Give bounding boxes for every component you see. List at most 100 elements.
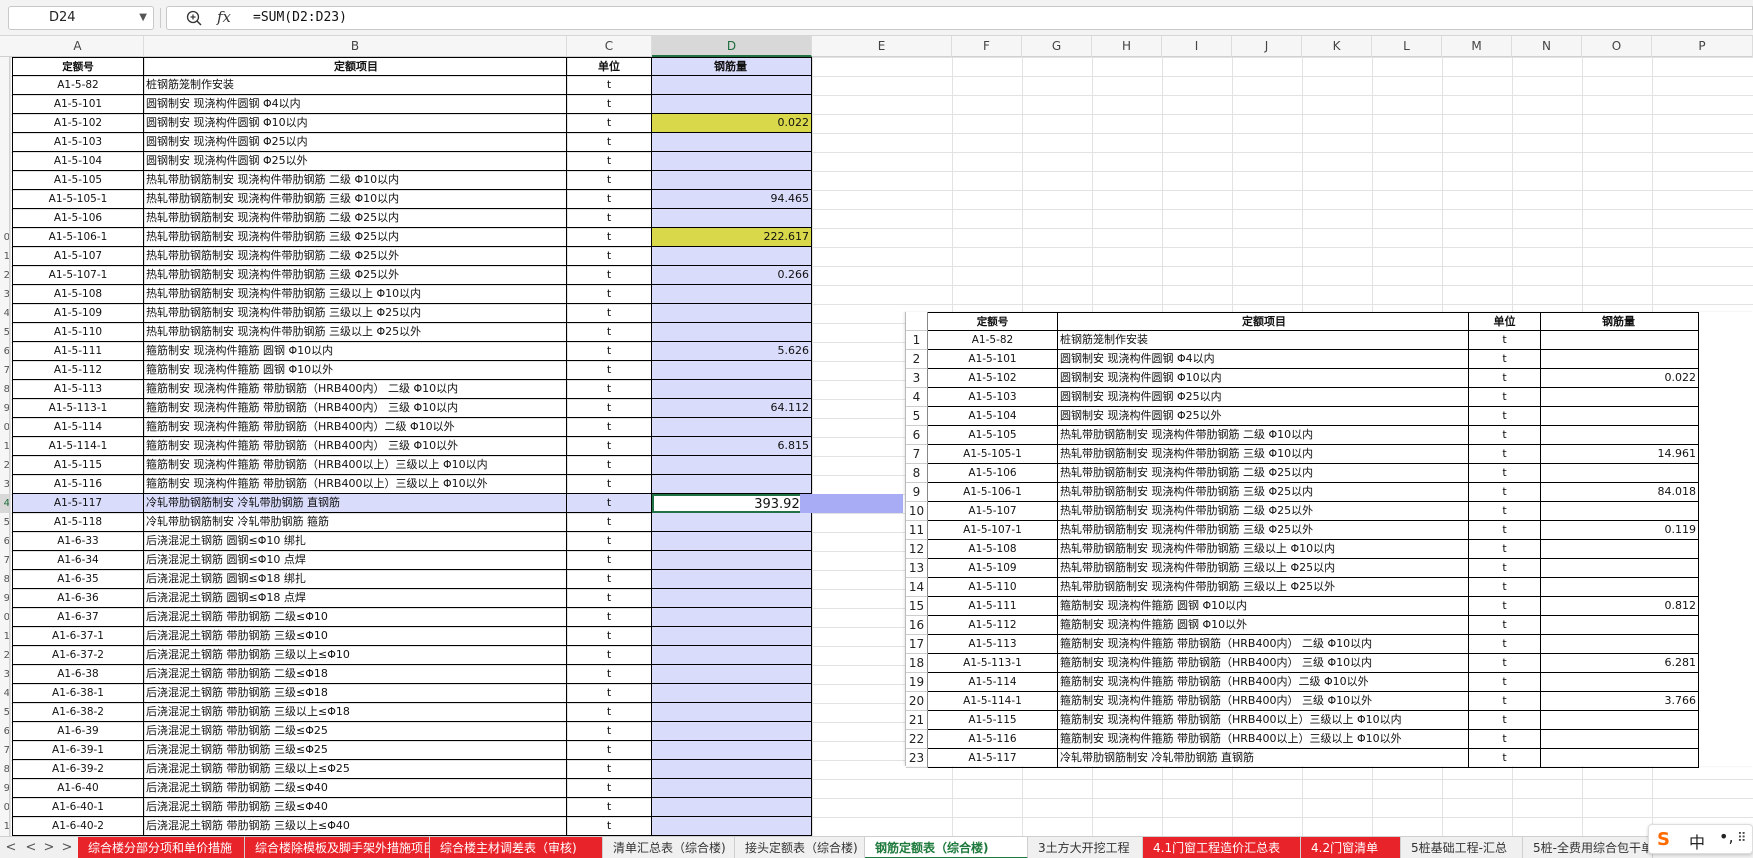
qty-cell[interactable] bbox=[652, 247, 812, 266]
unit-cell[interactable]: t bbox=[567, 627, 652, 646]
column-header-h[interactable]: H bbox=[1092, 36, 1162, 57]
qty-cell[interactable] bbox=[652, 684, 812, 703]
row-header[interactable]: 5 bbox=[0, 513, 9, 532]
qty-cell[interactable] bbox=[652, 475, 812, 494]
item-cell[interactable]: 箍筋制安 现浇构件箍筋 带肋钢筋（HRB400以上）三级以上 Φ10以外 bbox=[144, 475, 567, 494]
code-cell[interactable]: A1-5-118 bbox=[12, 513, 144, 532]
code-cell[interactable]: A1-6-40-2 bbox=[12, 817, 144, 836]
qty-cell[interactable] bbox=[652, 703, 812, 722]
code-cell[interactable]: A1-5-108 bbox=[12, 285, 144, 304]
sheet-tab[interactable]: 综合楼主材调差表（审核) bbox=[430, 837, 603, 858]
code-cell[interactable]: A1-6-40 bbox=[12, 779, 144, 798]
code-cell[interactable]: A1-5-116 bbox=[12, 475, 144, 494]
row-header[interactable]: 1 bbox=[0, 627, 9, 646]
item-cell[interactable]: 热轧带肋钢筋制安 现浇构件带肋钢筋 三级以上 Φ10以内 bbox=[144, 285, 567, 304]
item-cell[interactable]: 后浇混泥土钢筋 带肋钢筋 三级以上≤Φ18 bbox=[144, 703, 567, 722]
row-header[interactable]: 9 bbox=[0, 779, 9, 798]
code-cell[interactable]: A1-6-33 bbox=[12, 532, 144, 551]
row-header[interactable]: 8 bbox=[0, 380, 9, 399]
unit-cell[interactable]: t bbox=[567, 722, 652, 741]
row-header[interactable]: 2 bbox=[0, 646, 9, 665]
item-cell[interactable]: 热轧带肋钢筋制安 现浇构件带肋钢筋 三级 Φ10以内 bbox=[144, 190, 567, 209]
qty-cell[interactable] bbox=[652, 323, 812, 342]
row-header[interactable]: 6 bbox=[0, 342, 9, 361]
unit-cell[interactable]: t bbox=[567, 152, 652, 171]
unit-cell[interactable]: t bbox=[567, 760, 652, 779]
item-cell[interactable]: 后浇混泥土钢筋 带肋钢筋 三级≤Φ10 bbox=[144, 627, 567, 646]
code-cell[interactable]: A1-5-104 bbox=[12, 152, 144, 171]
row-header[interactable]: 5 bbox=[0, 323, 9, 342]
qty-cell[interactable] bbox=[652, 589, 812, 608]
row-header[interactable]: 7 bbox=[0, 741, 9, 760]
row-header[interactable] bbox=[0, 95, 9, 114]
unit-cell[interactable]: t bbox=[567, 817, 652, 836]
qty-cell[interactable] bbox=[652, 532, 812, 551]
code-cell[interactable]: A1-5-112 bbox=[12, 361, 144, 380]
row-header[interactable] bbox=[0, 57, 9, 76]
code-cell[interactable]: A1-6-37-1 bbox=[12, 627, 144, 646]
row-header[interactable]: 0 bbox=[0, 798, 9, 817]
item-cell[interactable]: 箍筋制安 现浇构件箍筋 带肋钢筋（HRB400内） 三级 Φ10以内 bbox=[144, 399, 567, 418]
code-cell[interactable]: A1-5-110 bbox=[12, 323, 144, 342]
ime-punct[interactable]: •, bbox=[1719, 827, 1734, 846]
unit-cell[interactable]: t bbox=[567, 494, 652, 513]
row-header[interactable]: 3 bbox=[0, 475, 9, 494]
row-header[interactable] bbox=[0, 209, 9, 228]
qty-cell[interactable]: 222.617 bbox=[652, 228, 812, 247]
unit-cell[interactable]: t bbox=[567, 532, 652, 551]
code-cell[interactable]: A1-5-107 bbox=[12, 247, 144, 266]
row-header[interactable]: 7 bbox=[0, 361, 9, 380]
column-header-o[interactable]: O bbox=[1582, 36, 1652, 57]
unit-cell[interactable]: t bbox=[567, 247, 652, 266]
qty-cell[interactable]: 0.266 bbox=[652, 266, 812, 285]
row-header[interactable]: 8 bbox=[0, 570, 9, 589]
code-cell[interactable]: A1-5-117 bbox=[12, 494, 144, 513]
column-header-a[interactable]: A bbox=[12, 36, 144, 57]
unit-cell[interactable]: t bbox=[567, 171, 652, 190]
column-header-c[interactable]: C bbox=[567, 36, 652, 57]
column-header-f[interactable]: F bbox=[952, 36, 1022, 57]
row-header[interactable]: 1 bbox=[0, 437, 9, 456]
code-cell[interactable]: A1-5-115 bbox=[12, 456, 144, 475]
column-header-b[interactable]: B bbox=[144, 36, 567, 57]
unit-cell[interactable]: t bbox=[567, 190, 652, 209]
header-cell[interactable]: 定额号 bbox=[12, 57, 144, 76]
unit-cell[interactable]: t bbox=[567, 304, 652, 323]
item-cell[interactable]: 箍筋制安 现浇构件箍筋 带肋钢筋（HRB400内）二级 Φ10以外 bbox=[144, 418, 567, 437]
row-header[interactable]: 0 bbox=[0, 418, 9, 437]
code-cell[interactable]: A1-6-40-1 bbox=[12, 798, 144, 817]
item-cell[interactable]: 后浇混泥土钢筋 圆钢≤Φ10 绑扎 bbox=[144, 532, 567, 551]
sheet-tab[interactable]: 综合楼分部分项和单价措施 bbox=[78, 837, 245, 858]
item-cell[interactable]: 后浇混泥土钢筋 带肋钢筋 三级≤Φ25 bbox=[144, 741, 567, 760]
qty-cell[interactable] bbox=[652, 418, 812, 437]
qty-cell[interactable] bbox=[652, 741, 812, 760]
column-header-n[interactable]: N bbox=[1512, 36, 1582, 57]
unit-cell[interactable]: t bbox=[567, 665, 652, 684]
code-cell[interactable]: A1-6-38-1 bbox=[12, 684, 144, 703]
row-header[interactable]: 3 bbox=[0, 665, 9, 684]
row-header[interactable]: 7 bbox=[0, 551, 9, 570]
row-header[interactable]: 9 bbox=[0, 399, 9, 418]
qty-cell[interactable] bbox=[652, 817, 812, 836]
row-header[interactable]: 9 bbox=[0, 589, 9, 608]
qty-cell[interactable] bbox=[652, 133, 812, 152]
header-cell[interactable]: 钢筋量 bbox=[652, 57, 812, 76]
unit-cell[interactable]: t bbox=[567, 418, 652, 437]
code-cell[interactable]: A1-6-39-1 bbox=[12, 741, 144, 760]
ime-mode[interactable]: 中 bbox=[1689, 829, 1705, 853]
pasted-picture-table[interactable]: 定额号 定额项目 单位 钢筋量 1 A1-5-82 桩钢筋笼制作安装 t 2 A1-5-101 圆钢… bbox=[905, 312, 1753, 768]
qty-cell[interactable] bbox=[652, 152, 812, 171]
column-header-i[interactable]: I bbox=[1162, 36, 1232, 57]
code-cell[interactable]: A1-5-82 bbox=[12, 76, 144, 95]
sheet-tab[interactable]: 5桩-全费用综合包干单价 bbox=[1523, 837, 1653, 858]
row-header[interactable] bbox=[0, 114, 9, 133]
unit-cell[interactable]: t bbox=[567, 209, 652, 228]
item-cell[interactable]: 冷轧带肋钢筋制安 冷轧带肋钢筋 直钢筋 bbox=[144, 494, 567, 513]
item-cell[interactable]: 热轧带肋钢筋制安 现浇构件带肋钢筋 二级 Φ25以内 bbox=[144, 209, 567, 228]
item-cell[interactable]: 热轧带肋钢筋制安 现浇构件带肋钢筋 二级 Φ25以外 bbox=[144, 247, 567, 266]
code-cell[interactable]: A1-6-39-2 bbox=[12, 760, 144, 779]
item-cell[interactable]: 热轧带肋钢筋制安 现浇构件带肋钢筋 二级 Φ10以内 bbox=[144, 171, 567, 190]
last-sheet-icon[interactable]: > bbox=[58, 837, 76, 858]
qty-cell[interactable] bbox=[652, 171, 812, 190]
unit-cell[interactable]: t bbox=[567, 551, 652, 570]
